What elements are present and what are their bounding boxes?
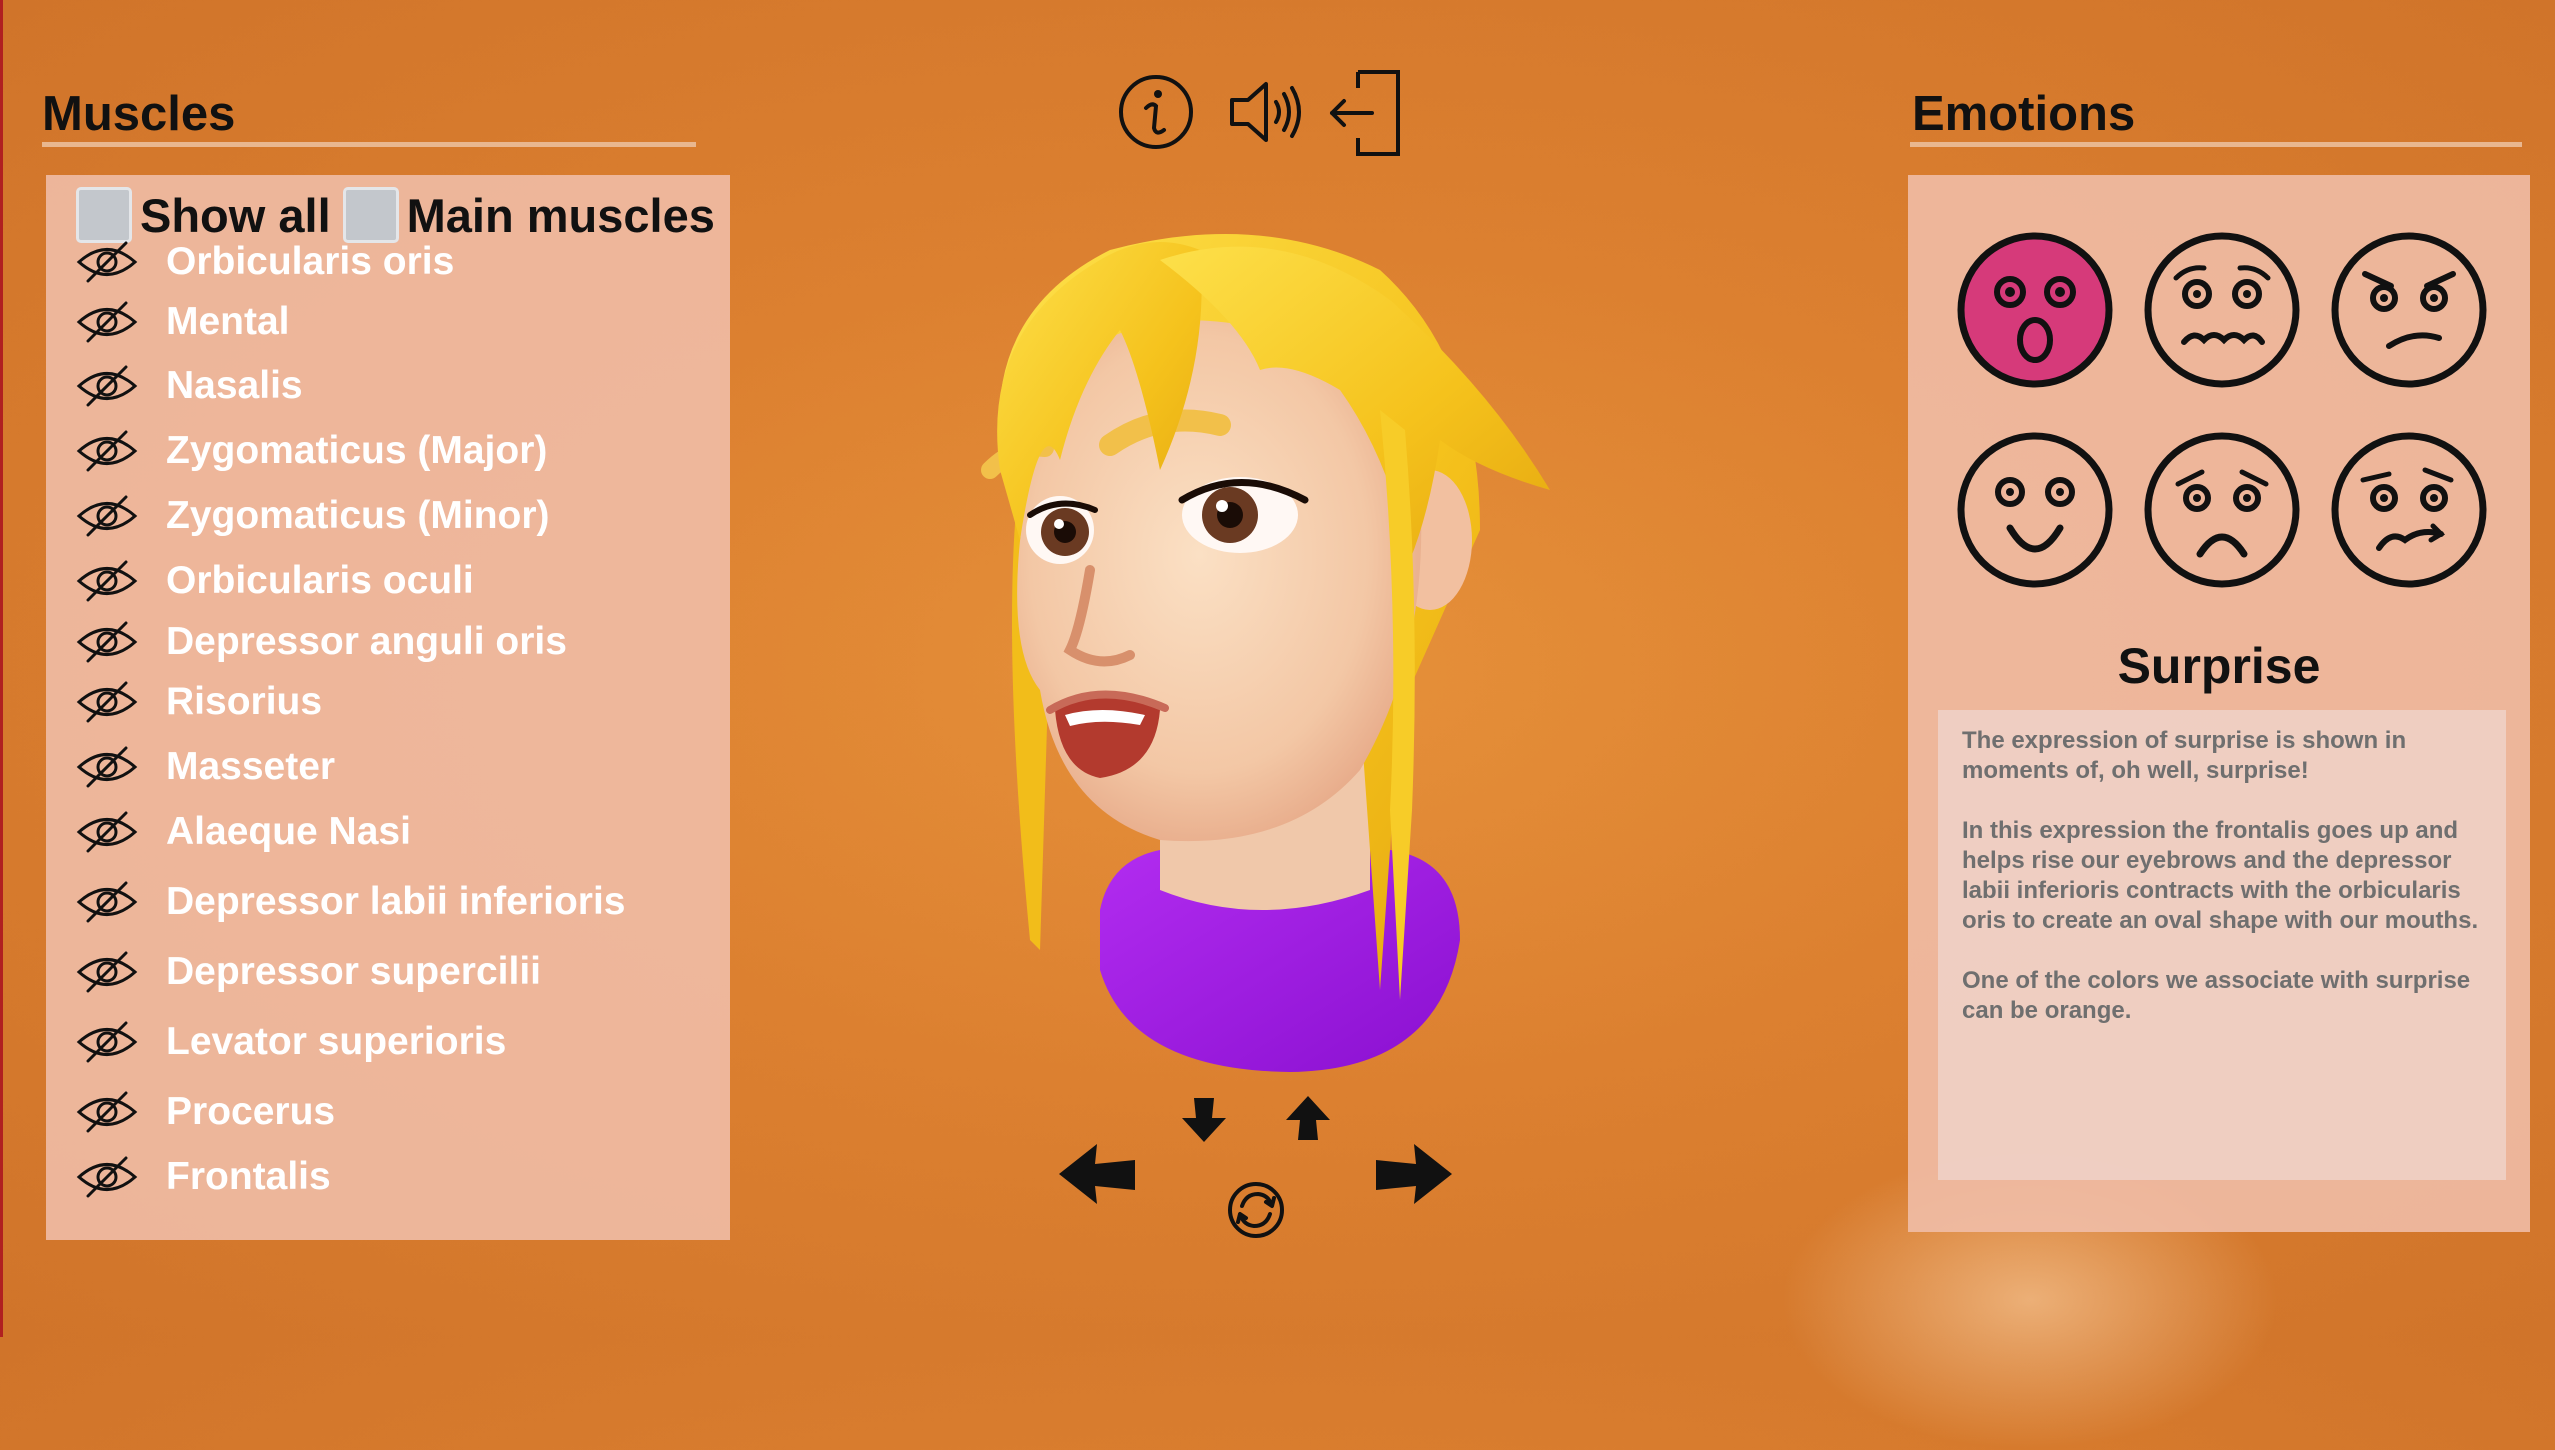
muscle-label: Depressor supercilii — [166, 950, 541, 993]
muscle-label: Depressor anguli oris — [166, 620, 567, 663]
window-left-edge — [0, 0, 3, 1337]
eye-hidden-icon[interactable] — [76, 239, 138, 285]
eye-hidden-icon[interactable] — [76, 619, 138, 665]
speaker-icon — [1230, 82, 1301, 142]
muscle-label: Orbicularis oris — [166, 240, 455, 283]
eye-hidden-icon[interactable] — [76, 493, 138, 539]
muscles-panel: Show all Main muscles Orbicularis oris Me… — [46, 175, 730, 1240]
fear-face-icon — [2144, 232, 2300, 388]
muscle-item[interactable]: Zygomaticus (Minor) — [76, 486, 550, 546]
surprise-face-icon — [1957, 232, 2113, 388]
selected-emotion-name: Surprise — [2117, 638, 2321, 694]
emotions-title: Emotions — [1912, 87, 2136, 141]
info-button[interactable] — [1118, 74, 1194, 155]
anger-face-icon — [2331, 232, 2487, 388]
eye-hidden-icon[interactable] — [76, 879, 138, 925]
sad-face-icon — [2144, 432, 2300, 588]
eye-hidden-icon[interactable] — [76, 949, 138, 995]
muscle-item[interactable]: Depressor labii inferioris — [76, 872, 626, 932]
muscle-label: Levator superioris — [166, 1020, 507, 1063]
eye-hidden-icon[interactable] — [76, 809, 138, 855]
disgust-face-icon — [2331, 432, 2487, 588]
eye-hidden-icon[interactable] — [76, 299, 138, 345]
muscle-item[interactable]: Orbicularis oris — [76, 232, 454, 292]
emotion-surprise-button[interactable] — [1955, 230, 2115, 390]
sound-button[interactable] — [1228, 78, 1308, 151]
muscle-label: Risorius — [166, 680, 323, 723]
muscle-label: Nasalis — [166, 364, 303, 407]
happy-face-icon — [1957, 432, 2113, 588]
arrow-up-icon — [1286, 1096, 1330, 1140]
muscle-item[interactable]: Depressor anguli oris — [76, 612, 567, 672]
eye-hidden-icon[interactable] — [76, 679, 138, 725]
emotions-panel: Surprise The expression of surprise is s… — [1908, 175, 2530, 1232]
arrow-right-icon — [1376, 1144, 1452, 1204]
muscle-item[interactable]: Zygomaticus (Major) — [76, 421, 547, 481]
arrow-down-icon — [1182, 1098, 1226, 1142]
muscle-item[interactable]: Risorius — [76, 672, 322, 732]
muscle-label: Alaeque Nasi — [166, 810, 411, 853]
muscle-item[interactable]: Orbicularis oculi — [76, 551, 474, 611]
muscle-item[interactable]: Depressor supercilii — [76, 942, 541, 1002]
emotion-anger-button[interactable] — [2329, 230, 2489, 390]
muscle-item[interactable]: Procerus — [76, 1082, 335, 1142]
muscle-label: Zygomaticus (Minor) — [166, 494, 550, 537]
description-paragraph: In this expression the frontalis goes up… — [1962, 817, 2479, 934]
emotion-fear-button[interactable] — [2142, 230, 2302, 390]
muscle-label: Orbicularis oculi — [166, 559, 474, 602]
character-model[interactable] — [960, 210, 1580, 1090]
exit-button[interactable] — [1328, 68, 1402, 163]
reset-rotate-icon — [1228, 1182, 1284, 1238]
info-icon — [1119, 75, 1193, 149]
emotion-disgust-button[interactable] — [2329, 430, 2489, 590]
muscle-label: Procerus — [166, 1090, 336, 1133]
muscle-item[interactable]: Mental — [76, 292, 290, 352]
description-paragraph: One of the colors we associate with surp… — [1962, 967, 2471, 1024]
rotate-right-button[interactable] — [1372, 1140, 1456, 1213]
muscle-label: Masseter — [166, 745, 336, 788]
eye-hidden-icon[interactable] — [76, 1089, 138, 1135]
muscles-title: Muscles — [42, 87, 236, 141]
muscle-label: Zygomaticus (Major) — [166, 429, 548, 472]
muscle-item[interactable]: Masseter — [76, 737, 335, 797]
muscle-item[interactable]: Nasalis — [76, 356, 303, 416]
muscle-label: Mental — [166, 300, 290, 343]
tilt-down-button[interactable] — [1178, 1094, 1230, 1151]
muscle-item[interactable]: Alaeque Nasi — [76, 802, 411, 862]
rotate-left-button[interactable] — [1055, 1140, 1139, 1213]
eye-hidden-icon[interactable] — [76, 1019, 138, 1065]
eye-hidden-icon[interactable] — [76, 558, 138, 604]
muscles-title-underline — [42, 142, 696, 147]
muscle-item[interactable]: Levator superioris — [76, 1012, 506, 1072]
eye-hidden-icon[interactable] — [76, 428, 138, 474]
eye-hidden-icon[interactable] — [76, 363, 138, 409]
character-render — [981, 234, 1550, 1072]
muscle-item[interactable]: Frontalis — [76, 1147, 331, 1207]
description-paragraph: The expression of surprise is shown in m… — [1962, 727, 2407, 784]
emotion-happy-button[interactable] — [1955, 430, 2115, 590]
emotion-sad-button[interactable] — [2142, 430, 2302, 590]
tilt-up-button[interactable] — [1282, 1092, 1334, 1149]
eye-hidden-icon[interactable] — [76, 1154, 138, 1200]
muscle-label: Frontalis — [166, 1155, 331, 1198]
emotions-title-underline — [1910, 142, 2522, 147]
eye-hidden-icon[interactable] — [76, 744, 138, 790]
exit-door-icon — [1330, 70, 1400, 156]
arrow-left-icon — [1059, 1144, 1135, 1204]
reset-view-button[interactable] — [1226, 1180, 1286, 1245]
muscle-label: Depressor labii inferioris — [166, 880, 626, 923]
emotion-description-box: The expression of surprise is shown in m… — [1938, 710, 2506, 1180]
